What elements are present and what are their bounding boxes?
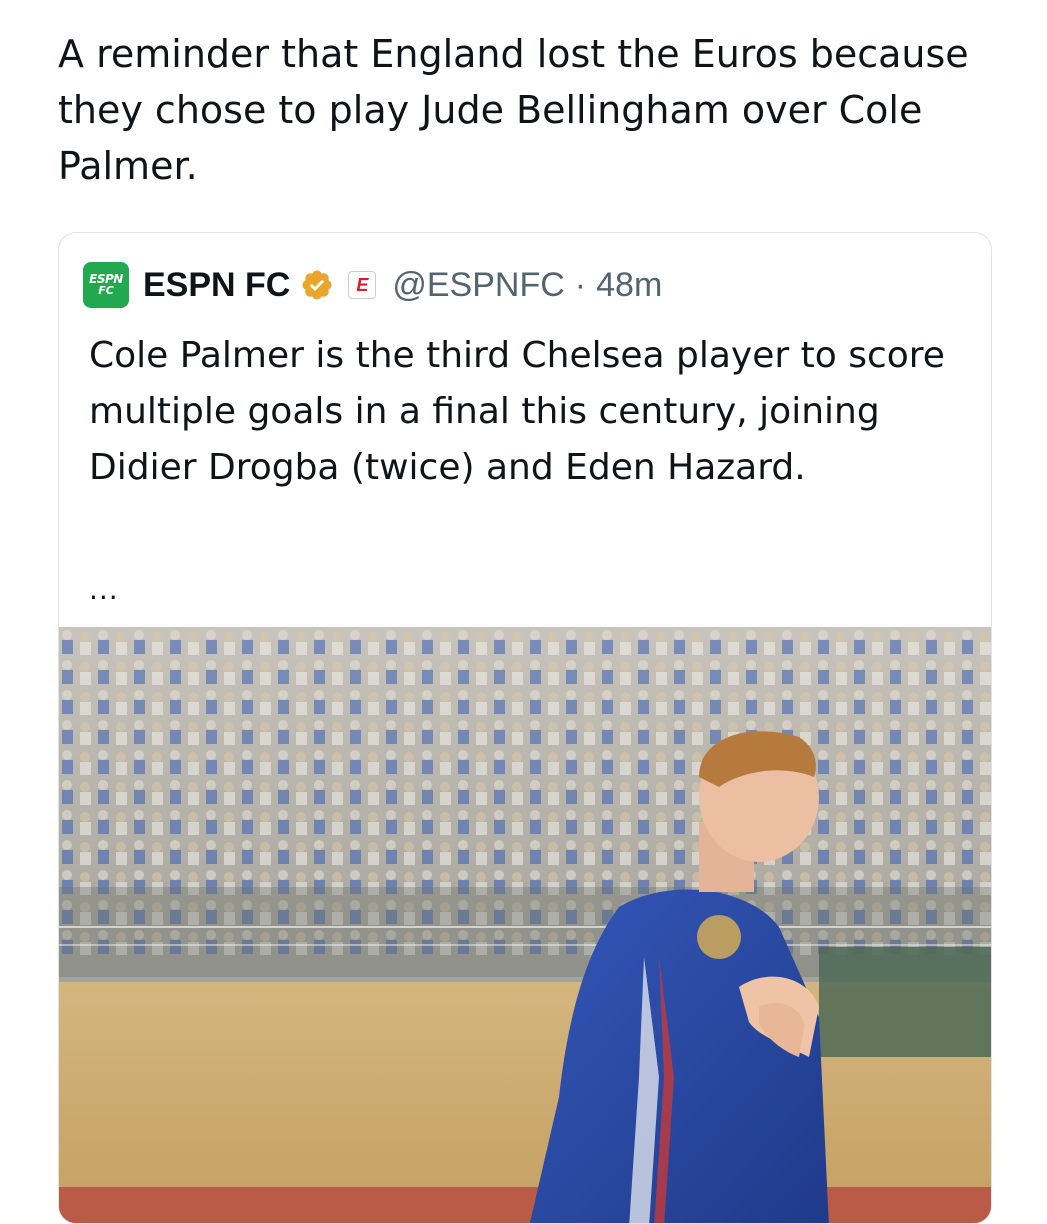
quoted-tweet-text: Cole Palmer is the third Chelsea player … [89, 335, 945, 488]
quoted-tweet-header: ESPN FC ESPN FC E @ESPNFC · 48m [83, 261, 662, 309]
display-name[interactable]: ESPN FC [143, 266, 290, 305]
photo-icon [59, 627, 991, 1223]
verified-badge-icon [300, 268, 334, 302]
quoted-tweet-photo[interactable] [59, 627, 991, 1223]
affiliate-badge[interactable]: E [348, 271, 377, 299]
timestamp[interactable]: 48m [596, 266, 662, 305]
separator-dot: · [574, 265, 587, 304]
espn-fc-avatar[interactable]: ESPN FC [83, 262, 129, 308]
avatar-text-bottom: FC [98, 284, 114, 297]
show-more-ellipsis[interactable]: ... [89, 573, 119, 606]
quoted-tweet-card[interactable]: ESPN FC ESPN FC E @ESPNFC · 48m Cole Pal… [58, 232, 992, 1224]
handle[interactable]: @ESPNFC [392, 266, 564, 305]
tweet-text: A reminder that England lost the Euros b… [58, 32, 969, 188]
